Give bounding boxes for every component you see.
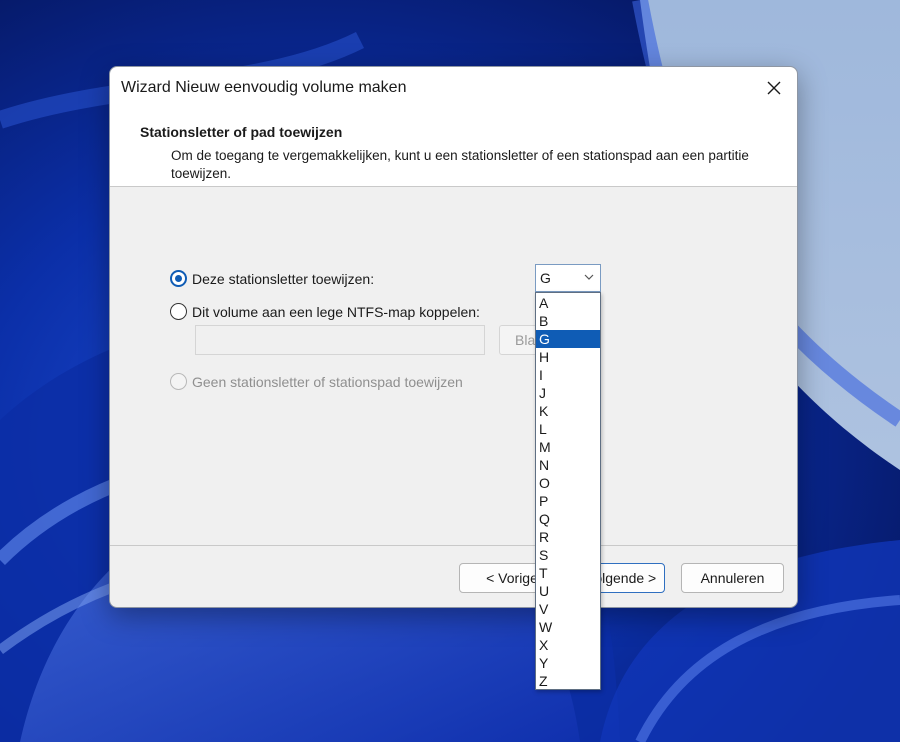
window-title: Wizard Nieuw eenvoudig volume maken: [121, 79, 407, 96]
drive-letter-option[interactable]: Y: [536, 654, 600, 672]
drive-letter-option[interactable]: J: [536, 384, 600, 402]
drive-letter-option[interactable]: A: [536, 294, 600, 312]
drive-letter-option[interactable]: L: [536, 420, 600, 438]
drive-letter-dropdown[interactable]: ABGHIJKLMNOPQRSTUVWXYZ: [535, 292, 601, 690]
wizard-dialog: Wizard Nieuw eenvoudig volume maken Stat…: [109, 66, 798, 608]
assign-letter-option[interactable]: Deze stationsletter toewijzen:: [170, 270, 374, 287]
drive-letter-option[interactable]: G: [536, 330, 600, 348]
wizard-header: Stationsletter of pad toewijzen Om de to…: [110, 109, 797, 187]
drive-letter-option[interactable]: U: [536, 582, 600, 600]
no-letter-option[interactable]: Geen stationsletter of stationspad toewi…: [170, 373, 463, 390]
drive-letter-option[interactable]: Z: [536, 672, 600, 690]
close-icon: [767, 81, 781, 95]
drive-letter-option[interactable]: K: [536, 402, 600, 420]
cancel-button[interactable]: Annuleren: [681, 563, 784, 593]
step-description: Om de toegang te vergemakkelijken, kunt …: [171, 148, 749, 181]
mount-folder-radio[interactable]: [170, 303, 187, 320]
footer-divider: [110, 545, 797, 546]
drive-letter-option[interactable]: I: [536, 366, 600, 384]
folder-path-input[interactable]: [195, 325, 485, 355]
drive-letter-option[interactable]: P: [536, 492, 600, 510]
drive-letter-option[interactable]: O: [536, 474, 600, 492]
no-letter-radio[interactable]: [170, 373, 187, 390]
assign-letter-label: Deze stationsletter toewijzen:: [192, 270, 375, 287]
drive-letter-option[interactable]: V: [536, 600, 600, 618]
drive-letter-option[interactable]: W: [536, 618, 600, 636]
mount-folder-option[interactable]: Dit volume aan een lege NTFS-map koppele…: [170, 303, 480, 320]
drive-letter-option[interactable]: H: [536, 348, 600, 366]
drive-letter-option[interactable]: B: [536, 312, 600, 330]
mount-folder-label: Dit volume aan een lege NTFS-map koppele…: [192, 303, 480, 320]
title-bar[interactable]: Wizard Nieuw eenvoudig volume maken: [110, 67, 797, 109]
step-title: Stationsletter of pad toewijzen: [140, 124, 343, 140]
drive-letter-option[interactable]: S: [536, 546, 600, 564]
assign-letter-radio[interactable]: [170, 270, 187, 287]
drive-letter-combobox[interactable]: G: [535, 264, 601, 292]
close-button[interactable]: [755, 71, 793, 105]
drive-letter-value: G: [540, 270, 551, 286]
drive-letter-option[interactable]: T: [536, 564, 600, 582]
drive-letter-option[interactable]: N: [536, 456, 600, 474]
drive-letter-option[interactable]: M: [536, 438, 600, 456]
drive-letter-option[interactable]: R: [536, 528, 600, 546]
drive-letter-option[interactable]: X: [536, 636, 600, 654]
no-letter-label: Geen stationsletter of stationspad toewi…: [192, 373, 463, 390]
drive-letter-option[interactable]: Q: [536, 510, 600, 528]
chevron-down-icon: [584, 274, 594, 280]
